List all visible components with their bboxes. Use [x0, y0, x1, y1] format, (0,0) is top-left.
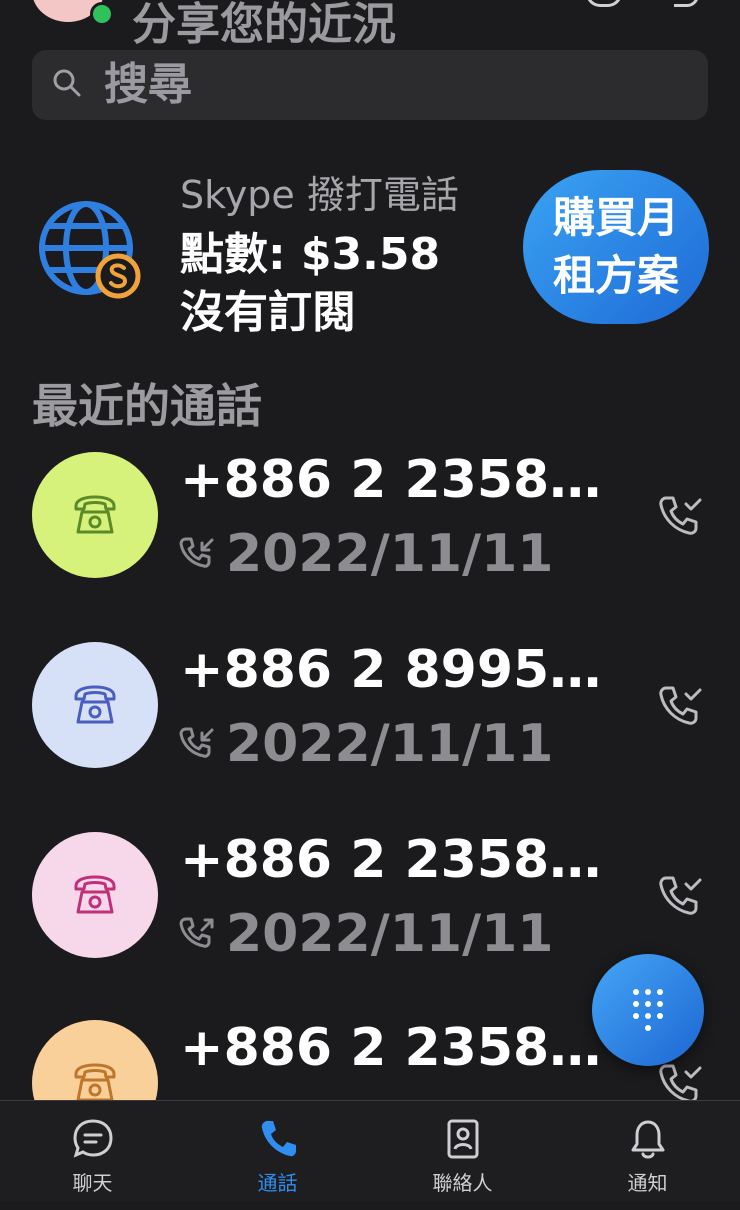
call-number: +886 2 2358… — [180, 830, 602, 890]
recent-calls-title: 最近的通話 — [32, 379, 262, 433]
contacts-icon — [447, 1119, 479, 1159]
call-date: 2022/11/11 — [226, 714, 554, 774]
chat-icon — [73, 1119, 113, 1158]
credit-balance: 點數: $3.58 — [180, 229, 441, 280]
incoming-call-icon — [179, 537, 214, 568]
nav-label-chats: 聊天 — [72, 1171, 113, 1195]
call-back-icon[interactable] — [656, 492, 704, 540]
nav-label-notifications: 通知 — [627, 1171, 668, 1195]
call-date: 2022/11/11 — [226, 904, 554, 964]
call-number: +886 2 8995… — [180, 640, 602, 700]
status-message[interactable]: 分享您的近況 — [132, 0, 396, 52]
nav-contacts[interactable]: 聯絡人 — [370, 1101, 555, 1201]
dialpad-icon — [633, 989, 663, 1031]
skype-calling-title: Skype 撥打電話 — [180, 173, 459, 217]
call-avatar — [32, 832, 158, 958]
call-date: 2022/11/11 — [226, 524, 554, 584]
desk-phone-icon — [74, 875, 116, 914]
search-input[interactable] — [104, 54, 664, 114]
buy-subscription-button[interactable]: 購買月租方案 — [523, 170, 709, 324]
call-number: +886 2 2358… — [180, 450, 602, 510]
nav-notifications[interactable]: 通知 — [555, 1101, 740, 1201]
dial-pad-button[interactable] — [592, 954, 704, 1066]
search-icon — [53, 69, 81, 97]
call-avatar — [32, 642, 158, 768]
presence-indicator — [90, 2, 114, 26]
desk-phone-icon — [74, 685, 116, 724]
new-chat-icon[interactable] — [674, 0, 699, 7]
call-history-row[interactable]: +886 2 2358… 2022/11/11 — [0, 450, 740, 642]
call-number: +886 2 2358… — [180, 1018, 602, 1078]
outgoing-call-icon — [179, 917, 214, 948]
phone-icon — [261, 1121, 296, 1157]
desk-phone-icon — [74, 495, 116, 534]
globe-credit-icon — [39, 201, 141, 299]
nav-label-calls: 通話 — [257, 1171, 298, 1195]
incoming-call-icon — [179, 727, 214, 758]
nav-calls[interactable]: 通話 — [185, 1101, 370, 1201]
bottom-navigation: 聊天 通話 聯絡人 通知 — [0, 1100, 740, 1201]
call-back-icon[interactable] — [656, 872, 704, 920]
nav-label-contacts: 聯絡人 — [432, 1171, 493, 1195]
subscription-status: 沒有訂閱 — [180, 287, 356, 338]
call-history-row[interactable]: +886 2 8995… 2022/11/11 — [0, 640, 740, 832]
nav-chats[interactable]: 聊天 — [0, 1101, 185, 1201]
call-avatar — [32, 452, 158, 578]
call-back-icon[interactable] — [656, 682, 704, 730]
camera-icon[interactable] — [586, 0, 622, 7]
bell-icon — [631, 1120, 665, 1159]
